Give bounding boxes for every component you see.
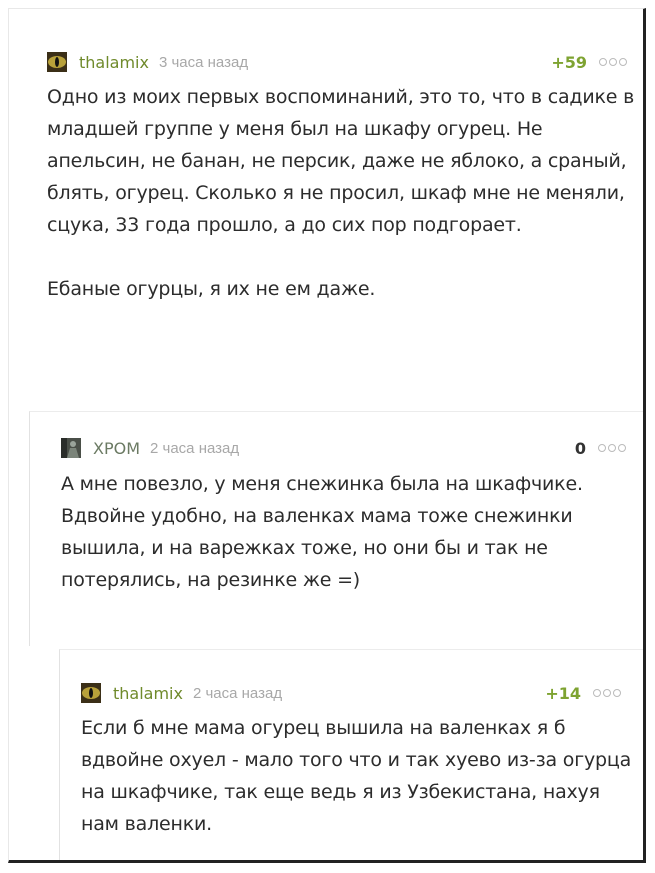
rating-value: +14	[545, 683, 581, 703]
author-link[interactable]: thalamix	[79, 53, 149, 72]
cat-eye-avatar-icon[interactable]	[47, 52, 67, 72]
comment-reply: ХРОМ 2 часа назад 0 А мне повезло, у мен…	[29, 411, 643, 646]
comment-time[interactable]: 2 часа назад	[150, 440, 239, 457]
person-avatar-icon[interactable]	[61, 438, 81, 458]
more-icon[interactable]	[598, 444, 626, 452]
comment-header: ХРОМ 2 часа назад 0	[61, 435, 626, 461]
comment-time[interactable]: 2 часа назад	[193, 685, 282, 702]
rating-value: +59	[551, 52, 587, 72]
more-icon[interactable]	[599, 58, 627, 66]
author-link[interactable]: thalamix	[113, 684, 183, 703]
comment-text: Если б мне мама огурец вышила на валенка…	[81, 717, 632, 835]
comment-header: thalamix 3 часа назад +59	[47, 49, 627, 75]
comment: thalamix 3 часа назад +59 Одно из моих п…	[9, 9, 643, 409]
rating-value: 0	[574, 438, 586, 458]
comment-reply: thalamix 2 часа назад +14 Если б мне мам…	[59, 649, 643, 860]
comment-text: А мне повезло, у меня снежинка была на ш…	[61, 473, 583, 591]
more-icon[interactable]	[593, 689, 621, 697]
comment-text: Одно из моих первых воспоминаний, это то…	[47, 86, 635, 300]
comments-thread: thalamix 3 часа назад +59 Одно из моих п…	[8, 8, 646, 863]
cat-eye-avatar-icon[interactable]	[81, 683, 101, 703]
comment-time[interactable]: 3 часа назад	[159, 54, 248, 71]
comment-header: thalamix 2 часа назад +14	[81, 680, 621, 706]
author-link[interactable]: ХРОМ	[93, 439, 140, 458]
